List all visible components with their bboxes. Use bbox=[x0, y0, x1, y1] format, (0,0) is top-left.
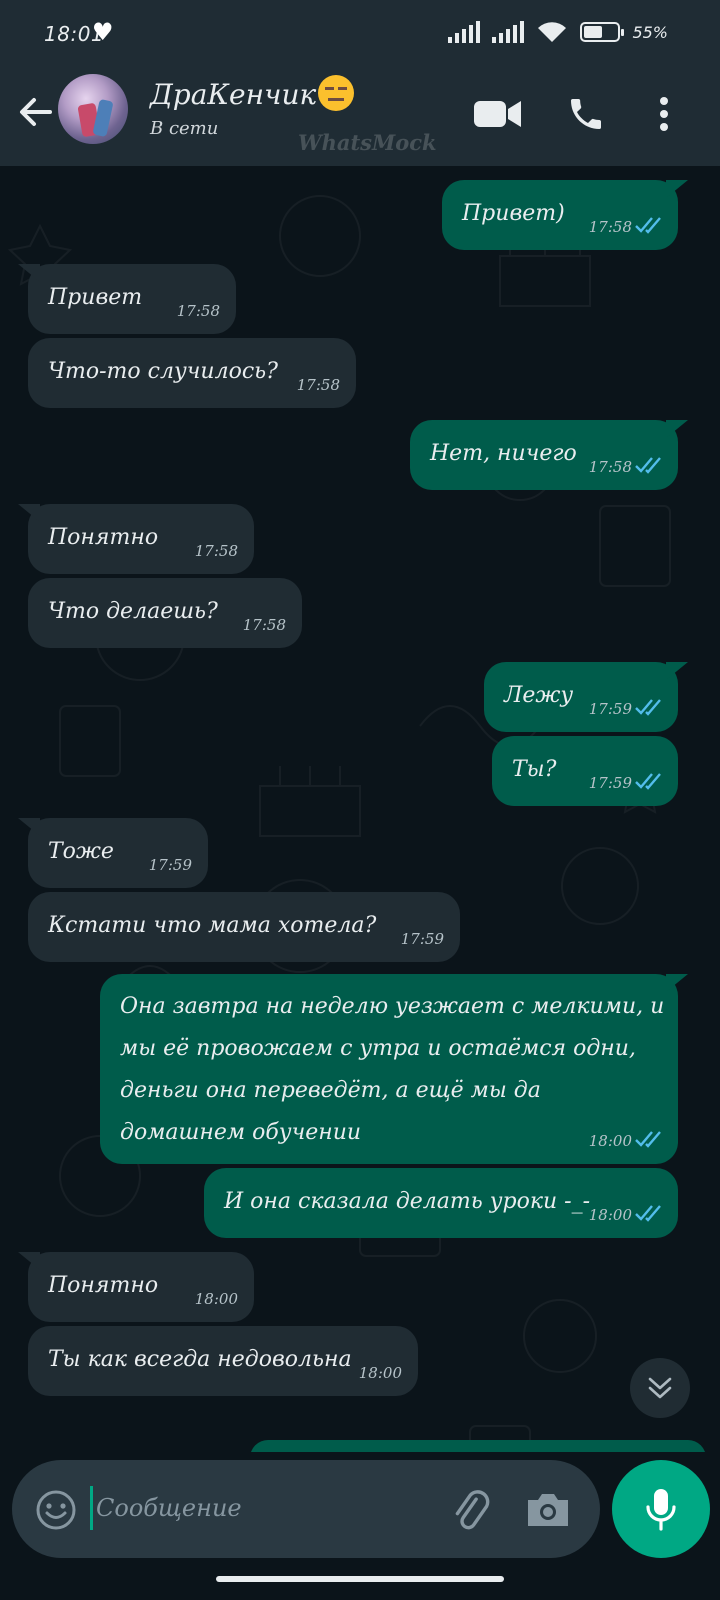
read-receipt-icon bbox=[635, 457, 661, 474]
incoming-message[interactable]: Что-то случилось? 17:58 bbox=[28, 338, 356, 408]
battery-percent: 55% bbox=[632, 22, 668, 42]
whatsapp-chat-screen: 18:01 ♥ 55% ДраКенчик В сети WhatsMock П… bbox=[0, 0, 720, 1600]
read-receipt-icon bbox=[635, 217, 661, 234]
scroll-to-bottom-button[interactable] bbox=[630, 1358, 690, 1418]
status-indicators: 55% bbox=[448, 20, 668, 44]
message-input-container[interactable] bbox=[12, 1460, 600, 1558]
double-chevron-down-icon bbox=[648, 1377, 672, 1399]
message-time: 17:58 bbox=[296, 376, 340, 394]
outgoing-message[interactable]: Она завтра на неделю уезжает с мелкими, … bbox=[100, 974, 688, 1164]
incoming-message[interactable]: Привет 17:58 bbox=[18, 264, 236, 334]
message-list[interactable]: Привет) 17:58 Привет 17:58 Что-то случил… bbox=[0, 166, 720, 1452]
outgoing-message[interactable]: Нет, ничего 17:58 bbox=[410, 420, 688, 490]
expressionless-face-icon bbox=[318, 74, 355, 111]
wifi-icon bbox=[538, 22, 567, 42]
message-text: Привет) bbox=[462, 201, 565, 226]
message-text: Она завтра на неделю уезжает с мелкими, … bbox=[120, 994, 665, 1145]
signal-2-icon bbox=[492, 21, 525, 43]
home-gesture-bar[interactable] bbox=[216, 1576, 504, 1582]
compose-bar bbox=[0, 1452, 720, 1558]
voice-call-button[interactable] bbox=[558, 86, 614, 142]
incoming-message[interactable]: Ты как всегда недовольна 18:00 bbox=[28, 1326, 418, 1396]
message-time: 17:59 bbox=[588, 774, 632, 792]
message-time: 17:58 bbox=[588, 458, 632, 476]
message-time: 18:00 bbox=[588, 1132, 632, 1150]
message-text: Кстати что мама хотела? bbox=[48, 913, 377, 938]
chat-header: ДраКенчик В сети WhatsMock bbox=[0, 66, 720, 166]
message-text: Что-то случилось? bbox=[48, 359, 278, 384]
incoming-message[interactable]: Понятно 18:00 bbox=[18, 1252, 254, 1322]
paperclip-icon bbox=[455, 1490, 490, 1530]
battery-icon bbox=[580, 22, 625, 42]
contact-name[interactable]: ДраКенчик bbox=[150, 74, 355, 115]
outgoing-message[interactable]: Лежу 17:59 bbox=[484, 662, 688, 732]
system-navigation-bar bbox=[0, 1558, 720, 1600]
message-text: Лежу bbox=[504, 683, 574, 708]
video-call-button[interactable] bbox=[470, 86, 526, 142]
text-cursor bbox=[90, 1486, 93, 1530]
message-input[interactable] bbox=[96, 1482, 436, 1534]
microphone-icon bbox=[646, 1489, 676, 1531]
message-text: Тоже bbox=[48, 839, 114, 864]
message-time: 17:59 bbox=[588, 700, 632, 718]
outgoing-message[interactable]: Ты? 17:59 bbox=[492, 736, 678, 806]
message-text: Что делаешь? bbox=[48, 599, 218, 624]
camera-button[interactable] bbox=[524, 1488, 572, 1532]
message-time: 17:58 bbox=[588, 218, 632, 236]
incoming-message[interactable]: Понятно 17:58 bbox=[18, 504, 254, 574]
message-time: 17:59 bbox=[148, 856, 192, 874]
read-receipt-icon bbox=[635, 1131, 661, 1148]
camera-icon bbox=[528, 1494, 568, 1526]
back-arrow-icon[interactable] bbox=[16, 92, 56, 132]
attach-button[interactable] bbox=[448, 1486, 496, 1534]
message-text: Привет bbox=[48, 285, 143, 310]
message-text: Понятно bbox=[48, 525, 159, 550]
heart-icon: ♥ bbox=[92, 18, 114, 46]
signal-1-icon bbox=[448, 21, 481, 43]
message-time: 18:00 bbox=[194, 1290, 238, 1308]
message-time: 18:00 bbox=[358, 1364, 402, 1382]
voice-message-button[interactable] bbox=[612, 1460, 710, 1558]
partial-outgoing-message bbox=[250, 1440, 706, 1452]
message-time: 17:58 bbox=[176, 302, 220, 320]
message-text: И она сказала делать уроки -_- bbox=[224, 1189, 591, 1214]
message-text: Нет, ничего bbox=[430, 441, 577, 466]
message-text: Понятно bbox=[48, 1273, 159, 1298]
status-bar: 18:01 ♥ 55% bbox=[0, 0, 720, 66]
incoming-message[interactable]: Кстати что мама хотела? 17:59 bbox=[28, 892, 460, 962]
outgoing-message[interactable]: Привет) 17:58 bbox=[442, 180, 688, 250]
video-call-icon bbox=[474, 101, 521, 127]
message-time: 17:59 bbox=[400, 930, 444, 948]
emoji-icon bbox=[36, 1490, 76, 1530]
contact-avatar[interactable] bbox=[58, 74, 128, 144]
contact-status: В сети bbox=[150, 118, 219, 139]
message-time: 17:58 bbox=[242, 616, 286, 634]
emoji-button[interactable] bbox=[34, 1488, 78, 1532]
message-time: 18:00 bbox=[588, 1206, 632, 1224]
incoming-message[interactable]: Что делаешь? 17:58 bbox=[28, 578, 302, 648]
contact-name-text: ДраКенчик bbox=[150, 78, 317, 111]
message-text: Ты? bbox=[512, 757, 557, 782]
voice-call-icon bbox=[571, 99, 601, 129]
incoming-message[interactable]: Тоже 17:59 bbox=[18, 818, 208, 888]
message-time: 17:58 bbox=[194, 542, 238, 560]
read-receipt-icon bbox=[635, 1205, 661, 1222]
message-text: Ты как всегда недовольна bbox=[48, 1347, 352, 1372]
watermark: WhatsMock bbox=[298, 130, 437, 155]
more-options-button[interactable] bbox=[636, 86, 692, 142]
read-receipt-icon bbox=[635, 699, 661, 716]
outgoing-message[interactable]: И она сказала делать уроки -_- 18:00 bbox=[204, 1168, 678, 1238]
read-receipt-icon bbox=[635, 773, 661, 790]
more-options-icon bbox=[660, 97, 668, 131]
